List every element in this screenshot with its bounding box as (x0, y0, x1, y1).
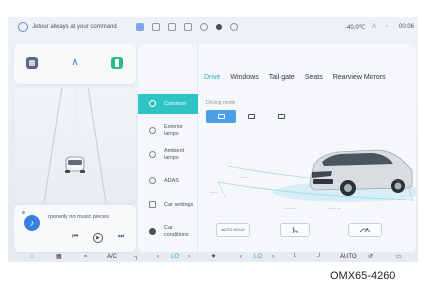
menu-item-car-conditions[interactable]: Car conditions (138, 224, 198, 240)
driving-view-card[interactable] (14, 87, 136, 203)
scene-label: — — (210, 190, 218, 194)
scene-label: — — (241, 175, 249, 179)
tab-windows[interactable]: Windows (230, 74, 258, 81)
status-camera-icon[interactable] (168, 23, 176, 31)
temp-left-up-icon[interactable]: › (188, 252, 190, 262)
temp-right-down-icon[interactable]: ‹ (240, 252, 242, 262)
status-app-icon[interactable] (136, 23, 144, 31)
temp-left-down-icon[interactable]: ‹ (157, 252, 159, 262)
left-temperature: LO (171, 254, 180, 260)
driving-mode-label: Driving mode (206, 100, 236, 106)
tab-seats[interactable]: Seats (305, 74, 323, 81)
function-buttons: AUTO HOLD (198, 220, 416, 244)
menu-item-label: Exterior lamps (164, 124, 183, 137)
auto-mode-icon (217, 114, 225, 119)
settings-tabs: Drive Windows Tail gate Seats Rearview M… (204, 74, 386, 81)
wiper-button[interactable] (348, 223, 382, 237)
tab-rearview-mirrors[interactable]: Rearview Mirrors (333, 74, 386, 81)
menu-item-common[interactable]: Common (138, 94, 198, 114)
sport-mode-button[interactable] (266, 110, 296, 123)
status-fan-icon[interactable] (200, 23, 208, 31)
wiper-icon (359, 227, 371, 233)
square-icon[interactable] (26, 57, 38, 69)
chevron-up-icon[interactable]: ∧ (69, 57, 81, 69)
status-grid-icon[interactable] (184, 23, 192, 31)
seat-heat-right-icon[interactable]: └ (292, 252, 296, 262)
previous-track-icon[interactable]: ⏮ (72, 233, 78, 241)
tab-drive[interactable]: Drive (204, 74, 220, 81)
ac-button[interactable]: A/C (107, 252, 117, 262)
star-icon (149, 100, 156, 107)
menu-item-label: Ambient lamps (164, 148, 185, 161)
fan-icon[interactable]: ✷ (211, 252, 216, 262)
voice-assistant-prompt[interactable]: Jetour always at your command (32, 24, 117, 30)
scene-label: — — — (328, 206, 341, 210)
next-track-icon[interactable]: ⏭ (118, 233, 124, 241)
status-bar: Jetour always at your command -40.0℃ A ~… (8, 17, 418, 39)
now-playing-text: rporarily no music pieces (48, 214, 109, 220)
green-app-icon[interactable] (111, 57, 123, 69)
sport-mode-icon (277, 114, 285, 119)
scene-label: — — — (284, 206, 297, 210)
lamp-icon (149, 127, 156, 134)
car-icon (149, 201, 156, 208)
ego-car-icon (65, 156, 85, 173)
signal-indicator: A (372, 24, 377, 30)
media-source-dot (22, 211, 25, 214)
status-icons (136, 23, 238, 31)
menu-item-label: ADAS (164, 178, 179, 184)
road-illustration (43, 87, 107, 203)
auto-climate-button[interactable]: AUTO (340, 252, 357, 262)
driving-mode-selector (206, 110, 296, 123)
status-parking-icon[interactable] (152, 23, 160, 31)
quick-controls-card: ∧ (14, 44, 136, 84)
tab-tail-gate[interactable]: Tail gate (269, 74, 295, 81)
status-record-icon[interactable] (216, 24, 222, 30)
outside-temperature: -40.0℃ (345, 25, 366, 31)
adas-icon (149, 177, 156, 184)
menu-item-label: Car settings (164, 202, 194, 208)
rear-defrost-icon[interactable]: ▭ (396, 252, 402, 262)
ambient-icon (149, 151, 156, 158)
menu-item-label: Car conditions (164, 225, 189, 238)
menu-item-car-settings[interactable]: Car settings (138, 199, 198, 211)
recirculation-icon[interactable]: ↺ (368, 252, 373, 262)
music-note-icon[interactable]: ♪ (24, 215, 40, 231)
vehicle-settings-panel: Common Exterior lamps Ambient lamps ADAS… (138, 44, 416, 252)
voice-assistant-icon[interactable] (18, 22, 28, 32)
seat-icon (292, 226, 298, 234)
menu-item-label: Common (164, 101, 187, 107)
seat-heat-button[interactable] (280, 223, 310, 237)
infotainment-screen: Jetour always at your command -40.0℃ A ~… (8, 17, 418, 262)
auto-mode-button[interactable] (206, 110, 236, 123)
figure-code: OMX65-4260 (330, 270, 396, 282)
suv-image (309, 149, 413, 196)
menu-item-adas[interactable]: ADAS (138, 175, 198, 187)
menu-item-ambient-lamps[interactable]: Ambient lamps (138, 147, 198, 163)
apps-grid-icon[interactable]: ▦ (56, 252, 62, 262)
clock: 00:06 (399, 24, 415, 30)
gear-icon (149, 228, 156, 235)
eco-mode-button[interactable] (236, 110, 266, 123)
scene-label: — — (394, 178, 402, 182)
play-icon[interactable]: ▶ (93, 233, 103, 243)
defrost-icon[interactable]: ≈ (84, 252, 87, 262)
status-toggle-icon[interactable] (230, 23, 238, 31)
network-indicator: ~ (385, 24, 389, 30)
eco-mode-icon (247, 114, 255, 119)
home-icon[interactable]: ⌂ (30, 252, 34, 262)
settings-menu: Common Exterior lamps Ambient lamps ADAS… (138, 44, 198, 252)
vehicle-illustration (217, 149, 416, 202)
auto-hold-button[interactable]: AUTO HOLD (216, 223, 250, 237)
menu-item-exterior-lamps[interactable]: Exterior lamps (138, 123, 198, 139)
climate-dock: ⌂ ▦ ≈ A/C ┐ ‹ LO › ✷ ‹ LO › └ ┘ AUTO ↺ ▭ (8, 252, 418, 262)
seat-heat-left-icon[interactable]: ┐ (134, 252, 138, 262)
media-card: ♪ rporarily no music pieces ⏮ ▶ ⏭ (14, 205, 136, 252)
seat-vent-icon[interactable]: ┘ (317, 252, 321, 262)
temp-right-up-icon[interactable]: › (272, 252, 274, 262)
right-temperature: LO (254, 254, 263, 260)
